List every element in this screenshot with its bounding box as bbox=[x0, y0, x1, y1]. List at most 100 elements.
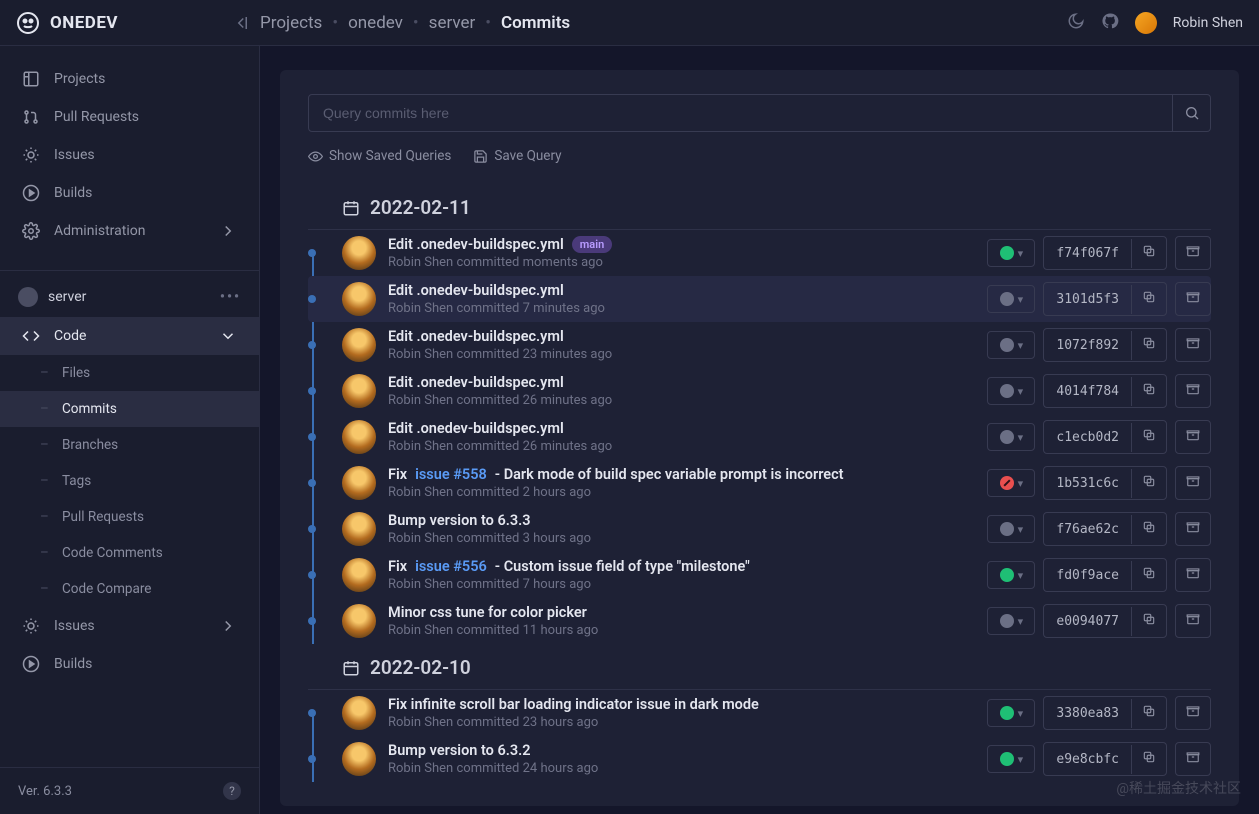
copy-hash-button[interactable] bbox=[1132, 329, 1166, 361]
commit-avatar[interactable] bbox=[342, 696, 376, 730]
hash-link[interactable]: 3101d5f3 bbox=[1044, 285, 1132, 314]
commit-author[interactable]: Robin Shen bbox=[388, 301, 453, 316]
sidebar-sub-tags[interactable]: Tags bbox=[0, 463, 259, 499]
copy-hash-button[interactable] bbox=[1132, 513, 1166, 545]
hash-link[interactable]: 1b531c6c bbox=[1044, 469, 1132, 498]
user-avatar[interactable] bbox=[1135, 12, 1157, 34]
commit-title[interactable]: Edit .onedev-buildspec.yml bbox=[388, 282, 975, 299]
commit-title[interactable]: Minor css tune for color picker bbox=[388, 604, 975, 621]
sidebar-sub-commits[interactable]: Commits bbox=[0, 391, 259, 427]
copy-hash-button[interactable] bbox=[1132, 375, 1166, 407]
browse-tree-button[interactable] bbox=[1175, 742, 1211, 776]
build-status[interactable]: ▾ bbox=[987, 423, 1035, 451]
sidebar-sub-code-comments[interactable]: Code Comments bbox=[0, 535, 259, 571]
hash-link[interactable]: f76ae62c bbox=[1044, 515, 1132, 544]
build-status[interactable]: ▾ bbox=[987, 377, 1035, 405]
username[interactable]: Robin Shen bbox=[1173, 15, 1243, 31]
commit-title[interactable]: Edit .onedev-buildspec.yml bbox=[388, 374, 975, 391]
commit-avatar[interactable] bbox=[342, 374, 376, 408]
commit-author[interactable]: Robin Shen bbox=[388, 531, 453, 546]
hash-link[interactable]: fd0f9ace bbox=[1044, 561, 1132, 590]
browse-tree-button[interactable] bbox=[1175, 512, 1211, 546]
sidebar-item-pull-requests[interactable]: Pull Requests bbox=[0, 98, 259, 136]
browse-tree-button[interactable] bbox=[1175, 328, 1211, 362]
sidebar-item-issues[interactable]: Issues bbox=[0, 136, 259, 174]
sidebar-collapse-button[interactable] bbox=[232, 14, 250, 32]
copy-hash-button[interactable] bbox=[1132, 697, 1166, 729]
hash-link[interactable]: c1ecb0d2 bbox=[1044, 423, 1132, 452]
browse-tree-button[interactable] bbox=[1175, 696, 1211, 730]
browse-tree-button[interactable] bbox=[1175, 374, 1211, 408]
commit-author[interactable]: Robin Shen bbox=[388, 761, 453, 776]
commit-title[interactable]: Fix issue #558 - Dark mode of build spec… bbox=[388, 466, 975, 483]
theme-toggle-icon[interactable] bbox=[1067, 12, 1085, 34]
commit-author[interactable]: Robin Shen bbox=[388, 255, 453, 270]
project-more-icon[interactable]: ••• bbox=[220, 289, 241, 305]
help-icon[interactable]: ? bbox=[223, 782, 241, 800]
hash-link[interactable]: e9e8cbfc bbox=[1044, 745, 1132, 774]
copy-hash-button[interactable] bbox=[1132, 283, 1166, 315]
crumb-projects[interactable]: Projects bbox=[260, 13, 322, 33]
sidebar-code[interactable]: Code bbox=[0, 317, 259, 355]
commit-avatar[interactable] bbox=[342, 558, 376, 592]
copy-hash-button[interactable] bbox=[1132, 467, 1166, 499]
commit-title[interactable]: Edit .onedev-buildspec.yml bbox=[388, 328, 975, 345]
hash-link[interactable]: 3380ea83 bbox=[1044, 699, 1132, 728]
commit-avatar[interactable] bbox=[342, 466, 376, 500]
sidebar-sub-code-compare[interactable]: Code Compare bbox=[0, 571, 259, 607]
commit-author[interactable]: Robin Shen bbox=[388, 347, 453, 362]
show-saved-queries[interactable]: Show Saved Queries bbox=[308, 148, 451, 164]
browse-tree-button[interactable] bbox=[1175, 604, 1211, 638]
hash-link[interactable]: 1072f892 bbox=[1044, 331, 1132, 360]
commit-title[interactable]: Bump version to 6.3.3 bbox=[388, 512, 975, 529]
commit-author[interactable]: Robin Shen bbox=[388, 623, 453, 638]
project-selector[interactable]: server ••• bbox=[0, 277, 259, 317]
commit-title[interactable]: Fix issue #556 - Custom issue field of t… bbox=[388, 558, 975, 575]
sidebar-item-issues-2[interactable]: Issues bbox=[0, 607, 259, 645]
browse-tree-button[interactable] bbox=[1175, 466, 1211, 500]
commit-author[interactable]: Robin Shen bbox=[388, 577, 453, 592]
copy-hash-button[interactable] bbox=[1132, 743, 1166, 775]
sidebar-sub-files[interactable]: Files bbox=[0, 355, 259, 391]
build-status[interactable]: ▾ bbox=[987, 699, 1035, 727]
build-status[interactable]: ▾ bbox=[987, 285, 1035, 313]
build-status[interactable]: ▾ bbox=[987, 561, 1035, 589]
branch-badge[interactable]: main bbox=[572, 236, 612, 253]
commit-avatar[interactable] bbox=[342, 236, 376, 270]
commit-author[interactable]: Robin Shen bbox=[388, 485, 453, 500]
hash-link[interactable]: 4014f784 bbox=[1044, 377, 1132, 406]
build-status[interactable]: ▾ bbox=[987, 331, 1035, 359]
save-query[interactable]: Save Query bbox=[473, 148, 561, 164]
copy-hash-button[interactable] bbox=[1132, 237, 1166, 269]
commit-avatar[interactable] bbox=[342, 420, 376, 454]
copy-hash-button[interactable] bbox=[1132, 559, 1166, 591]
crumb-onedev[interactable]: onedev bbox=[348, 13, 403, 33]
crumb-server[interactable]: server bbox=[429, 13, 476, 33]
commit-title[interactable]: Fix infinite scroll bar loading indicato… bbox=[388, 696, 975, 713]
query-input[interactable] bbox=[308, 94, 1173, 132]
search-button[interactable] bbox=[1173, 94, 1211, 132]
commit-avatar[interactable] bbox=[342, 512, 376, 546]
build-status[interactable]: ▾ bbox=[987, 745, 1035, 773]
commit-author[interactable]: Robin Shen bbox=[388, 715, 453, 730]
logo[interactable]: ONEDEV bbox=[16, 11, 260, 35]
browse-tree-button[interactable] bbox=[1175, 282, 1211, 316]
build-status[interactable]: ▾ bbox=[987, 515, 1035, 543]
copy-hash-button[interactable] bbox=[1132, 421, 1166, 453]
commit-avatar[interactable] bbox=[342, 604, 376, 638]
issue-link[interactable]: issue #558 bbox=[415, 466, 487, 483]
commit-author[interactable]: Robin Shen bbox=[388, 393, 453, 408]
commit-avatar[interactable] bbox=[342, 328, 376, 362]
github-icon[interactable] bbox=[1101, 12, 1119, 34]
commit-title[interactable]: Edit .onedev-buildspec.yml bbox=[388, 420, 975, 437]
copy-hash-button[interactable] bbox=[1132, 605, 1166, 637]
sidebar-item-builds-2[interactable]: Builds bbox=[0, 645, 259, 683]
hash-link[interactable]: f74f067f bbox=[1044, 239, 1132, 268]
browse-tree-button[interactable] bbox=[1175, 236, 1211, 270]
commit-avatar[interactable] bbox=[342, 282, 376, 316]
commit-avatar[interactable] bbox=[342, 742, 376, 776]
sidebar-sub-branches[interactable]: Branches bbox=[0, 427, 259, 463]
sidebar-item-projects[interactable]: Projects bbox=[0, 60, 259, 98]
sidebar-item-administration[interactable]: Administration bbox=[0, 212, 259, 250]
hash-link[interactable]: e0094077 bbox=[1044, 607, 1132, 636]
